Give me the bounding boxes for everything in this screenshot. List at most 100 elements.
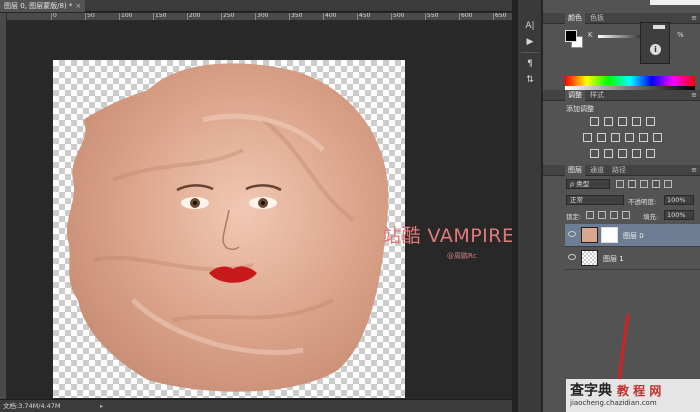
ruler-tick — [51, 13, 52, 20]
tab-paths[interactable]: 路径 — [609, 165, 629, 176]
ruler-number: 100 — [121, 13, 133, 19]
black-white-icon[interactable] — [611, 133, 620, 142]
ruler-tick — [323, 13, 324, 20]
vertical-ruler — [0, 13, 7, 399]
tab-color[interactable]: 颜色 — [565, 13, 585, 24]
ruler-tick — [119, 13, 120, 20]
k-channel-label: K — [588, 31, 593, 39]
lock-position-icon[interactable] — [610, 211, 618, 219]
strip-separator — [521, 52, 539, 53]
lock-all-icon[interactable] — [622, 211, 630, 219]
filter-smart-icon[interactable] — [664, 180, 672, 188]
tab-layers[interactable]: 图层 — [565, 165, 585, 176]
levels-icon[interactable] — [604, 117, 613, 126]
photo-filter-icon[interactable] — [625, 133, 634, 142]
lock-transparent-icon[interactable] — [586, 211, 594, 219]
opacity-input[interactable]: 100% — [664, 195, 694, 205]
fill-label: 填充: — [643, 213, 659, 221]
ruler-tick — [221, 13, 222, 20]
adjust-sliders-icon[interactable]: ⇅ — [523, 74, 537, 86]
ruler-number: 300 — [257, 13, 269, 19]
color-lookup-icon[interactable] — [653, 133, 662, 142]
exposure-icon[interactable] — [632, 117, 641, 126]
layers-panel-menu-icon[interactable]: ≡ — [691, 165, 697, 176]
add-adjustment-title: 添加调整 — [566, 105, 594, 113]
filter-pixel-icon[interactable] — [616, 180, 624, 188]
ruler-tick — [289, 13, 290, 20]
tab-swatches[interactable]: 色板 — [587, 13, 607, 24]
filter-shape-icon[interactable] — [652, 180, 660, 188]
visibility-eye-icon[interactable] — [568, 231, 576, 237]
document-tab[interactable]: 图层 0, 图层蒙版/8) * × — [0, 0, 86, 12]
top-right-strip — [650, 0, 700, 5]
layer-filter-select[interactable]: ρ 类型 — [566, 179, 610, 189]
floating-info-panel: i — [640, 22, 670, 64]
color-panel-menu-icon[interactable]: ≡ — [691, 13, 697, 24]
paragraph-panel-icon[interactable]: ¶ — [523, 58, 537, 70]
color-balance-icon[interactable] — [597, 133, 606, 142]
canvas-workspace — [8, 22, 512, 399]
ruler-number: 350 — [291, 13, 303, 19]
layer-row-1[interactable]: 图层 1 — [565, 247, 700, 270]
vibrance-icon[interactable] — [646, 117, 655, 126]
ruler-number: 250 — [223, 13, 235, 19]
document-canvas[interactable] — [53, 60, 405, 398]
tab-adjustments[interactable]: 调整 — [565, 90, 585, 101]
status-menu-arrow-icon[interactable]: ▸ — [100, 400, 103, 412]
layer-row-0[interactable]: 图层 0 — [565, 224, 700, 247]
fill-input[interactable]: 100% — [664, 210, 694, 220]
posterize-icon[interactable] — [604, 149, 613, 158]
ruler-number: 150 — [155, 13, 167, 19]
ruler-number: 200 — [189, 13, 201, 19]
selective-color-icon[interactable] — [646, 149, 655, 158]
gradient-map-icon[interactable] — [632, 149, 641, 158]
ruler-number: 550 — [427, 13, 439, 19]
tab-channels[interactable]: 通道 — [587, 165, 607, 176]
play-actions-icon[interactable]: ▶ — [523, 36, 537, 48]
ruler-tick — [459, 13, 460, 20]
info-icon[interactable]: i — [650, 44, 661, 55]
ruler-tick — [357, 13, 358, 20]
site-name: 查字典教 程 网 — [570, 383, 662, 399]
ruler-number: 450 — [359, 13, 371, 19]
canvas-watermark: 站酷 VAMPIREE — [382, 225, 527, 247]
panel-icon-strip: A| ▶ ¶ ⇅ — [518, 0, 542, 412]
character-panel-icon[interactable]: A| — [523, 20, 537, 32]
canvas-author-tag: @周鹏Rc — [447, 252, 477, 260]
hue-saturation-icon[interactable] — [583, 133, 592, 142]
ruler-number: 500 — [393, 13, 405, 19]
invert-icon[interactable] — [590, 149, 599, 158]
ruler-tick — [85, 13, 86, 20]
ruler-tick — [153, 13, 154, 20]
filter-adjustment-icon[interactable] — [628, 180, 636, 188]
foreground-color-swatch[interactable] — [565, 30, 577, 42]
ruler-tick — [391, 13, 392, 20]
threshold-icon[interactable] — [618, 149, 627, 158]
filter-type-icon[interactable] — [640, 180, 648, 188]
percent-label: % — [677, 31, 684, 39]
site-watermark: 查字典教 程 网 jiaocheng.chazidian.com — [566, 379, 700, 412]
ruler-number: 600 — [461, 13, 473, 19]
document-size-info: 文档:3.74M/4.47M — [3, 402, 61, 410]
brightness-icon[interactable] — [590, 117, 599, 126]
layer-thumbnail — [581, 227, 598, 243]
site-url: jiaocheng.chazidian.com — [570, 399, 657, 407]
opacity-label: 不透明度: — [628, 198, 657, 206]
tab-styles[interactable]: 样式 — [587, 90, 607, 101]
floating-panel-titlebar[interactable] — [653, 25, 665, 29]
document-tab-label: 图层 0, 图层蒙版/8) * — [4, 2, 73, 10]
ruler-number: 50 — [87, 13, 95, 19]
adjust-panel-menu-icon[interactable]: ≡ — [691, 90, 697, 101]
ruler-number: 650 — [495, 13, 507, 19]
blend-mode-select[interactable]: 正常 — [566, 195, 624, 205]
ruler-tick — [425, 13, 426, 20]
layer-thumbnail — [581, 250, 598, 266]
channel-mixer-icon[interactable] — [639, 133, 648, 142]
close-tab-icon[interactable]: × — [75, 2, 81, 10]
curves-icon[interactable] — [618, 117, 627, 126]
ruler-number: 0 — [53, 13, 57, 19]
lock-image-icon[interactable] — [598, 211, 606, 219]
color-spectrum-bar[interactable] — [565, 76, 695, 90]
layer-mask-thumbnail[interactable] — [601, 227, 618, 243]
visibility-eye-icon[interactable] — [568, 254, 576, 260]
